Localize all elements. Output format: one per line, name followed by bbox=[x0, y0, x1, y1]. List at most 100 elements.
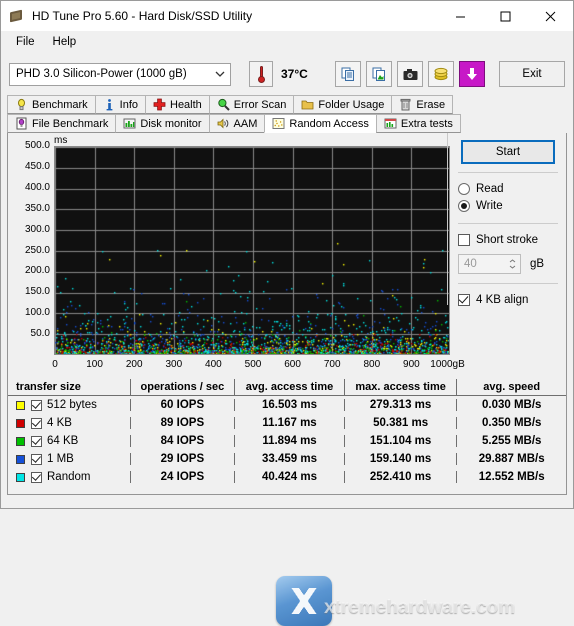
tab-random-access[interactable]: Random Access bbox=[264, 114, 377, 133]
header-transfer-size: transfer size bbox=[8, 379, 130, 396]
table-row[interactable]: 1 MB 29 IOPS 33.459 ms 159.140 ms 29.887 MB/… bbox=[8, 450, 566, 468]
tab-health-label: Health bbox=[170, 98, 202, 111]
row-checkbox[interactable] bbox=[31, 435, 42, 447]
row-label-cell[interactable]: 4 KB bbox=[8, 417, 130, 429]
trash-icon bbox=[399, 98, 412, 111]
short-stroke-checkbox[interactable]: Short stroke bbox=[458, 231, 558, 248]
row-label-cell[interactable]: 64 KB bbox=[8, 435, 130, 447]
header-avg-speed: avg. speed bbox=[456, 379, 567, 396]
window-controls bbox=[438, 1, 573, 31]
tab-error-scan-label: Error Scan bbox=[233, 98, 287, 111]
series-color-swatch bbox=[16, 418, 25, 428]
menu-item-file[interactable]: File bbox=[7, 33, 44, 51]
row-checkbox[interactable] bbox=[31, 399, 42, 411]
row-max-access: 159.140 ms bbox=[343, 453, 457, 465]
row-label-cell[interactable]: 1 MB bbox=[8, 453, 130, 465]
tab-error-scan[interactable]: Error Scan bbox=[208, 95, 295, 114]
tab-extra-tests-label: Extra tests bbox=[400, 117, 453, 130]
radio-read-indicator bbox=[458, 182, 470, 195]
plot-area bbox=[54, 146, 450, 355]
short-stroke-input[interactable]: 40 bbox=[458, 254, 521, 274]
row-avg-speed: 29.887 MB/s bbox=[456, 453, 566, 465]
tab-disk-monitor-label: Disk monitor bbox=[140, 117, 202, 130]
menu-bar: File Help bbox=[1, 31, 573, 53]
y-tick-label: 350.0 bbox=[24, 202, 50, 214]
row-checkbox[interactable] bbox=[31, 417, 42, 429]
tab-info[interactable]: Info bbox=[94, 95, 146, 114]
tab-erase-label: Erase bbox=[416, 98, 446, 111]
divider bbox=[458, 172, 558, 173]
x-tick-label: 700 bbox=[323, 359, 341, 370]
row-max-access: 151.104 ms bbox=[343, 435, 457, 447]
header-operations: operations / sec bbox=[129, 379, 235, 396]
coins-button[interactable] bbox=[428, 61, 454, 87]
start-button[interactable]: Start bbox=[461, 140, 555, 164]
radio-read-label: Read bbox=[476, 182, 504, 195]
tab-erase[interactable]: Erase bbox=[391, 95, 454, 114]
radio-write[interactable]: Write bbox=[458, 197, 558, 214]
y-tick-label: 50.0 bbox=[30, 328, 50, 340]
exit-button[interactable]: Exit bbox=[499, 61, 565, 87]
row-avg-access: 11.894 ms bbox=[234, 435, 344, 447]
app-window: HD Tune Pro 5.60 - Hard Disk/SSD Utility… bbox=[0, 0, 574, 626]
table-row[interactable]: 4 KB 89 IOPS 11.167 ms 50.381 ms 0.350 MB/s bbox=[8, 414, 566, 432]
maximize-button[interactable] bbox=[483, 1, 528, 31]
temperature-value: 37°C bbox=[281, 67, 308, 81]
screenshot-button[interactable] bbox=[397, 61, 423, 87]
chevron-down-icon bbox=[210, 71, 230, 78]
copy-button[interactable] bbox=[335, 61, 361, 87]
tab-folder-usage[interactable]: Folder Usage bbox=[293, 95, 393, 114]
y-tick-label: 200.0 bbox=[24, 265, 50, 277]
radio-write-indicator bbox=[458, 199, 470, 212]
radio-read[interactable]: Read bbox=[458, 180, 558, 197]
copy-image-button[interactable] bbox=[366, 61, 392, 87]
short-stroke-stepper[interactable]: 40 gB bbox=[458, 254, 558, 274]
table-header-row: transfer size operations / sec avg. acce… bbox=[8, 379, 567, 396]
x-tick-label: 600 bbox=[284, 359, 301, 370]
tab-file-benchmark-label: File Benchmark bbox=[32, 117, 109, 130]
stepper-arrows-icon[interactable] bbox=[505, 255, 520, 273]
close-button[interactable] bbox=[528, 1, 573, 31]
row-avg-speed: 5.255 MB/s bbox=[456, 435, 566, 447]
y-tick-label: 100.0 bbox=[24, 307, 50, 319]
folder-icon bbox=[301, 98, 314, 111]
drive-select[interactable]: PHD 3.0 Silicon-Power (1000 gB) bbox=[9, 62, 231, 86]
x-tick-label: 1000gB bbox=[430, 359, 465, 370]
watermark-text: xtremehardware.com bbox=[324, 597, 516, 618]
tab-health[interactable]: Health bbox=[145, 95, 210, 114]
minimize-button[interactable] bbox=[438, 1, 483, 31]
tab-extra-tests[interactable]: Extra tests bbox=[375, 114, 461, 133]
row-checkbox[interactable] bbox=[31, 453, 42, 465]
short-stroke-unit: gB bbox=[530, 258, 545, 270]
save-button[interactable] bbox=[459, 61, 485, 87]
row-label-cell[interactable]: 512 bytes bbox=[8, 399, 130, 411]
y-tick-label: 300.0 bbox=[24, 223, 50, 235]
header-avg-access: avg. access time bbox=[234, 379, 344, 396]
menu-item-help[interactable]: Help bbox=[44, 33, 86, 51]
x-tick-label: 900 bbox=[403, 359, 420, 370]
row-checkbox[interactable] bbox=[31, 471, 42, 483]
table-row[interactable]: Random 24 IOPS 40.424 ms 252.410 ms 12.552 M… bbox=[8, 468, 566, 486]
row-label-cell[interactable]: Random bbox=[8, 471, 130, 483]
toolbar: PHD 3.0 Silicon-Power (1000 gB) 37°C Exi… bbox=[1, 53, 573, 95]
row-avg-speed: 12.552 MB/s bbox=[456, 471, 566, 483]
table-row[interactable]: 64 KB 84 IOPS 11.894 ms 151.104 ms 5.255 MB/… bbox=[8, 432, 566, 450]
info-icon bbox=[103, 98, 116, 111]
tab-file-benchmark[interactable]: File Benchmark bbox=[7, 114, 117, 133]
speaker-icon bbox=[217, 117, 230, 130]
y-tick-label: 400.0 bbox=[24, 181, 50, 193]
x-tick-label: 200 bbox=[125, 359, 143, 370]
tab-benchmark-label: Benchmark bbox=[32, 98, 88, 111]
tab-disk-monitor[interactable]: Disk monitor bbox=[115, 114, 210, 133]
y-tick-label: 250.0 bbox=[24, 244, 50, 256]
tab-benchmark[interactable]: Benchmark bbox=[7, 95, 96, 114]
thermometer-icon[interactable] bbox=[249, 61, 273, 87]
scatter-icon bbox=[272, 117, 285, 130]
align-checkbox[interactable]: 4 KB align bbox=[458, 291, 558, 308]
row-label: 4 KB bbox=[47, 417, 72, 429]
table-row[interactable]: 512 bytes 60 IOPS 16.503 ms 279.313 ms 0.030… bbox=[8, 396, 566, 414]
title-bar: HD Tune Pro 5.60 - Hard Disk/SSD Utility bbox=[1, 1, 573, 31]
tab-aam[interactable]: AAM bbox=[208, 114, 266, 133]
series-color-swatch bbox=[16, 472, 25, 482]
short-stroke-indicator bbox=[458, 233, 470, 246]
